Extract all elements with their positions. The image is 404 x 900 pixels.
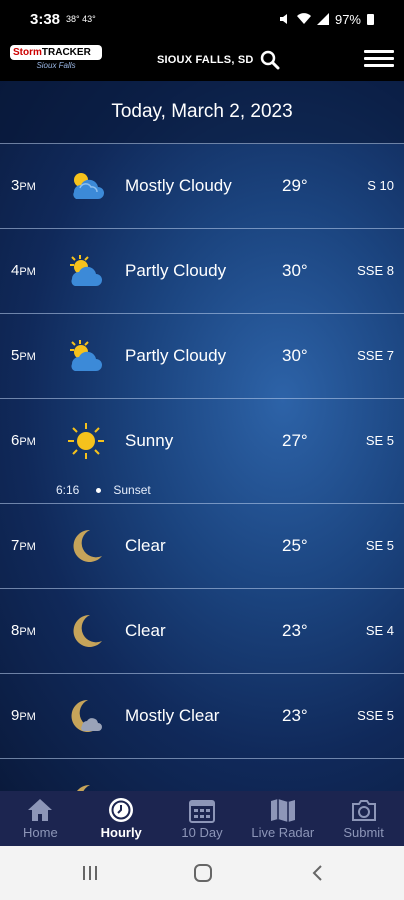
status-time: 3:38 (30, 10, 61, 28)
calendar-icon (188, 800, 215, 823)
temperature-label: 23° (282, 706, 308, 725)
hour-label: 5PM (11, 347, 36, 364)
temperature-label: 27° (282, 431, 308, 450)
nav-10day[interactable]: 10 Day (162, 791, 243, 846)
menu-icon[interactable] (364, 46, 394, 70)
location-label[interactable]: SIOUX FALLS, SD (157, 54, 254, 66)
hour-label: 4PM (11, 262, 36, 279)
moon-icon (73, 529, 102, 562)
status-bar: 3:38 38° 43° 97% (0, 0, 404, 38)
partly-cloudy-icon (70, 340, 102, 371)
logo-text: StormTRACKER (10, 44, 102, 60)
hourly-forecast[interactable]: Today, March 2, 2023 3PM Mostly Cloudy 2… (0, 81, 404, 791)
home-icon (28, 799, 53, 821)
wind-label: SE 4 (365, 623, 394, 638)
wind-label: SSE 5 (357, 708, 394, 723)
sunset-label: Sunset (113, 483, 151, 497)
back-icon[interactable] (308, 864, 328, 882)
nav-submit[interactable]: Submit (323, 791, 404, 846)
hour-label: 8PM (11, 622, 36, 639)
status-right: 97% (279, 12, 374, 27)
battery-icon (367, 14, 374, 25)
hour-row[interactable]: 3PM Mostly Cloudy 29° S 10 (0, 144, 404, 229)
hour-label: 6PM (11, 432, 36, 449)
app-header: StormTRACKER Sioux Falls SIOUX FALLS, SD (0, 38, 404, 81)
temperature-label: 25° (282, 536, 308, 555)
sunset-time: 6:16 (56, 483, 80, 497)
condition-label: Partly Cloudy (125, 346, 227, 365)
hour-row[interactable]: 6PM Sunny 27° SE 5 6:16 Sunset (0, 399, 404, 504)
hour-row[interactable]: 9PM Mostly Clear 23° SSE 5 (0, 674, 404, 759)
signal-icon (316, 13, 329, 25)
hour-row[interactable]: 5PM Partly Cloudy 30° SSE 7 (0, 314, 404, 399)
partly-cloudy-icon (70, 255, 102, 286)
hour-label: 9PM (11, 707, 36, 724)
nav-submit-label: Submit (343, 825, 384, 840)
search-icon[interactable] (260, 50, 280, 70)
hour-label: 7PM (11, 537, 36, 554)
sun-icon (68, 423, 104, 459)
mute-icon (279, 14, 287, 24)
wind-label: SE 5 (365, 538, 394, 553)
bottom-nav: Home Hourly 10 Day Live Radar Submit (0, 791, 404, 846)
nav-live-radar[interactable]: Live Radar (242, 791, 323, 846)
mostly-cloudy-icon (73, 173, 104, 199)
android-nav-bar (0, 846, 404, 900)
condition-label: Partly Cloudy (125, 261, 227, 280)
sunset-dot-icon (96, 487, 102, 493)
hour-row[interactable]: 4PM Partly Cloudy 30° SSE 8 (0, 229, 404, 314)
battery-percent: 97% (334, 11, 361, 27)
sunset-note: 6:16 Sunset (56, 483, 151, 497)
condition-label: Mostly Clear (125, 706, 220, 725)
recent-apps-icon[interactable] (80, 864, 100, 882)
moon-cloud-icon (71, 699, 102, 732)
temperature-label: 30° (282, 261, 308, 280)
nav-hourly[interactable]: Hourly (81, 791, 162, 846)
nav-10day-label: 10 Day (181, 825, 223, 840)
temperature-label: 30° (282, 346, 308, 365)
hour-row[interactable]: 8PM Clear 23° SE 4 (0, 589, 404, 674)
condition-label: Sunny (125, 431, 174, 450)
home-button-icon[interactable] (193, 864, 213, 882)
nav-home[interactable]: Home (0, 791, 81, 846)
moon-icon (77, 784, 90, 791)
wifi-icon (296, 13, 311, 24)
condition-label: Clear (125, 621, 166, 640)
nav-hourly-label: Hourly (100, 825, 142, 840)
stormtracker-logo[interactable]: StormTRACKER Sioux Falls (10, 44, 102, 75)
clock-icon (109, 798, 134, 822)
hour-row-partial[interactable] (0, 759, 404, 791)
nav-home-label: Home (23, 825, 58, 840)
logo-subtext: Sioux Falls (36, 60, 76, 70)
wind-label: SE 5 (365, 433, 394, 448)
temperature-label: 23° (282, 621, 308, 640)
wind-label: S 10 (367, 178, 394, 193)
date-header: Today, March 2, 2023 (0, 81, 404, 144)
hour-row[interactable]: 7PM Clear 25° SE 5 (0, 504, 404, 589)
wind-label: SSE 7 (357, 348, 394, 363)
wind-label: SSE 8 (357, 263, 394, 278)
camera-icon (351, 800, 376, 821)
status-temps: 38° 43° (66, 14, 96, 24)
hour-label: 3PM (11, 177, 36, 194)
condition-label: Clear (125, 536, 166, 555)
nav-live-radar-label: Live Radar (251, 825, 315, 840)
moon-icon (73, 614, 102, 647)
temperature-label: 29° (282, 176, 308, 195)
map-icon (270, 799, 295, 822)
condition-label: Mostly Cloudy (125, 176, 232, 195)
